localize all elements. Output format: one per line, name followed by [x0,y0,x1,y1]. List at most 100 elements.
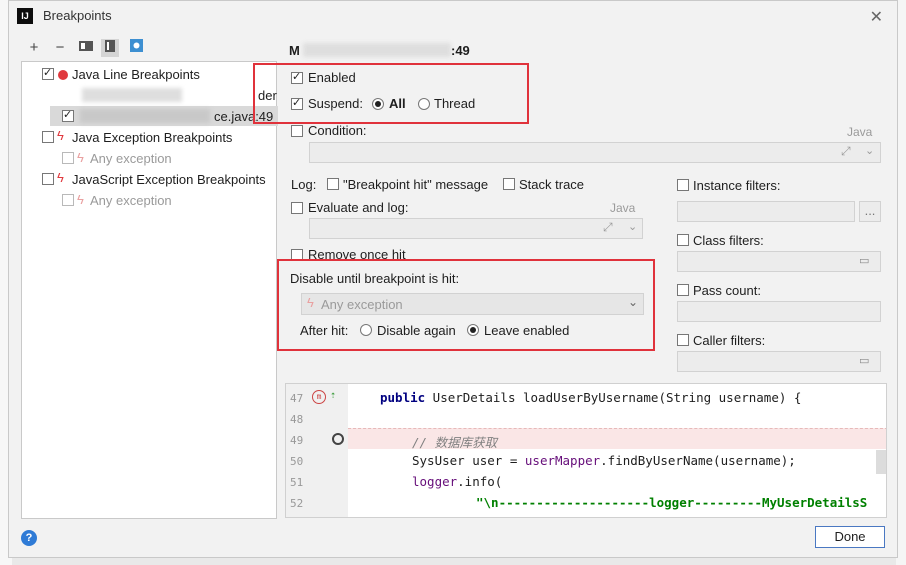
lightning-icon: ϟ [57,170,64,185]
code-field: logger [412,474,458,489]
evaluate-lang[interactable]: Java [610,201,635,215]
suspend-label: Suspend: [308,96,363,111]
tree-group-javascript-exception[interactable]: JavaScript Exception Breakpoints [72,172,266,187]
pass-count-field[interactable] [677,301,881,322]
instance-filters-checkbox[interactable] [677,179,689,191]
instance-filters-label: Instance filters: [693,178,781,193]
code-text: .info( [457,474,503,489]
condition-label: Condition: [308,123,367,138]
tree-item-any-exception[interactable]: Any exception [90,151,172,166]
folder-icon[interactable]: ▭ [859,254,869,267]
disable-again-radio[interactable] [360,324,372,336]
code-line-51: logger.info( [412,474,502,489]
disable-until-value: Any exception [321,297,403,312]
suspend-all-label: All [389,96,406,111]
chevron-down-icon[interactable]: ⌄ [628,295,638,309]
breakpoint-disabled-icon[interactable] [332,433,344,445]
breakpoint-heading: M [289,43,300,58]
lightning-icon: ϟ [77,150,84,165]
disable-again-label: Disable again [377,323,456,338]
line-number: 48 [290,413,304,426]
instance-filters-field[interactable] [677,201,855,222]
code-text: SysUser user = [412,453,525,468]
line-number: 47 [290,392,304,405]
line-breakpoint-checkbox[interactable] [62,108,74,122]
evaluate-and-log-checkbox[interactable] [291,202,303,214]
caller-filters-label: Caller filters: [693,333,766,348]
intellij-logo-icon: IJ [17,8,33,24]
help-icon[interactable]: ? [21,530,37,546]
redacted-area [82,88,182,102]
suspend-all-radio[interactable] [372,98,384,110]
leave-enabled-label: Leave enabled [484,323,570,338]
done-button[interactable]: Done [815,526,885,548]
lightning-icon: ϟ [77,192,84,207]
stack-trace-checkbox[interactable] [503,178,515,190]
red-dot-icon [58,70,68,80]
close-icon[interactable]: ✕ [870,7,883,27]
enabled-label: Enabled [308,70,356,85]
remove-icon[interactable]: − [51,39,69,57]
code-text: UserDetails loadUserByUsername(String us… [425,390,802,405]
code-line-49: // 数据库获取 [412,435,498,450]
any-exception-checkbox[interactable] [62,152,74,164]
instance-filters-browse-button[interactable]: ... [859,201,881,222]
java-exception-group-checkbox[interactable] [42,131,54,143]
line-number: 49 [290,434,304,447]
redacted-area [80,109,210,123]
title-bar: IJ Breakpoints ✕ [9,1,897,31]
java-line-group-checkbox[interactable] [42,66,54,80]
leave-enabled-radio[interactable] [467,324,479,336]
log-message-checkbox[interactable] [327,178,339,190]
breakpoints-tree: Java Line Breakpoints der ce.java:49 ϟ J… [21,61,278,519]
suspend-thread-radio[interactable] [418,98,430,110]
code-line-52: "\n--------------------logger---------My… [476,495,868,510]
code-scrollbar[interactable] [876,450,886,474]
caller-filters-field[interactable] [677,351,881,372]
method-override-icon[interactable]: m [312,390,326,404]
redacted-area [303,43,451,57]
code-text: .findByUserName(username); [600,453,796,468]
add-icon[interactable]: + [25,39,43,57]
enabled-checkbox[interactable] [291,70,303,84]
suspend-checkbox[interactable] [291,96,303,110]
group-by-package-icon[interactable] [77,39,95,57]
export-icon[interactable] [127,39,145,57]
folder-icon[interactable]: ▭ [859,354,869,367]
expand-icon[interactable]: ⤢ [841,144,851,159]
log-label: Log: [291,177,317,192]
log-message-label: "Breakpoint hit" message [343,177,489,192]
expand-icon[interactable]: ⤢ [603,220,613,235]
evaluate-field[interactable] [309,218,643,239]
pass-count-label: Pass count: [693,283,761,298]
any-exception-js-checkbox[interactable] [62,194,74,206]
line-separator [348,428,886,430]
code-keyword: public [380,390,426,405]
caller-filters-checkbox[interactable] [677,334,689,346]
after-hit-label: After hit: [300,323,349,338]
code-line-47: public UserDetails loadUserByUsername(St… [380,390,801,405]
tree-group-java-line[interactable]: Java Line Breakpoints [72,67,200,82]
pass-count-checkbox[interactable] [677,284,689,296]
condition-checkbox[interactable] [291,125,303,137]
code-line-50: SysUser user = userMapper.findByUserName… [412,453,796,468]
lightning-icon: ϟ [307,295,314,310]
condition-lang[interactable]: Java [847,125,872,139]
implemented-icon[interactable]: ⇡ [330,390,336,401]
tree-item-any-exception-js[interactable]: Any exception [90,193,172,208]
dialog-title: Breakpoints [43,8,112,23]
class-filters-label: Class filters: [693,233,764,248]
chevron-down-icon[interactable]: ⌄ [865,144,874,157]
class-filters-field[interactable] [677,251,881,272]
javascript-exception-group-checkbox[interactable] [42,173,54,185]
lightning-icon: ϟ [57,128,64,143]
chevron-down-icon[interactable]: ⌄ [628,220,637,233]
condition-field[interactable] [309,142,881,163]
code-field: userMapper [524,453,601,468]
disable-until-label: Disable until breakpoint is hit: [290,271,460,286]
code-preview: 47 48 49 50 51 52 m ⇡ public UserDetails… [285,383,887,518]
tree-group-java-exception[interactable]: Java Exception Breakpoints [72,130,232,145]
breakpoint-heading-suffix: :49 [451,43,470,58]
class-filters-checkbox[interactable] [677,234,689,246]
group-by-file-icon[interactable] [101,39,119,57]
